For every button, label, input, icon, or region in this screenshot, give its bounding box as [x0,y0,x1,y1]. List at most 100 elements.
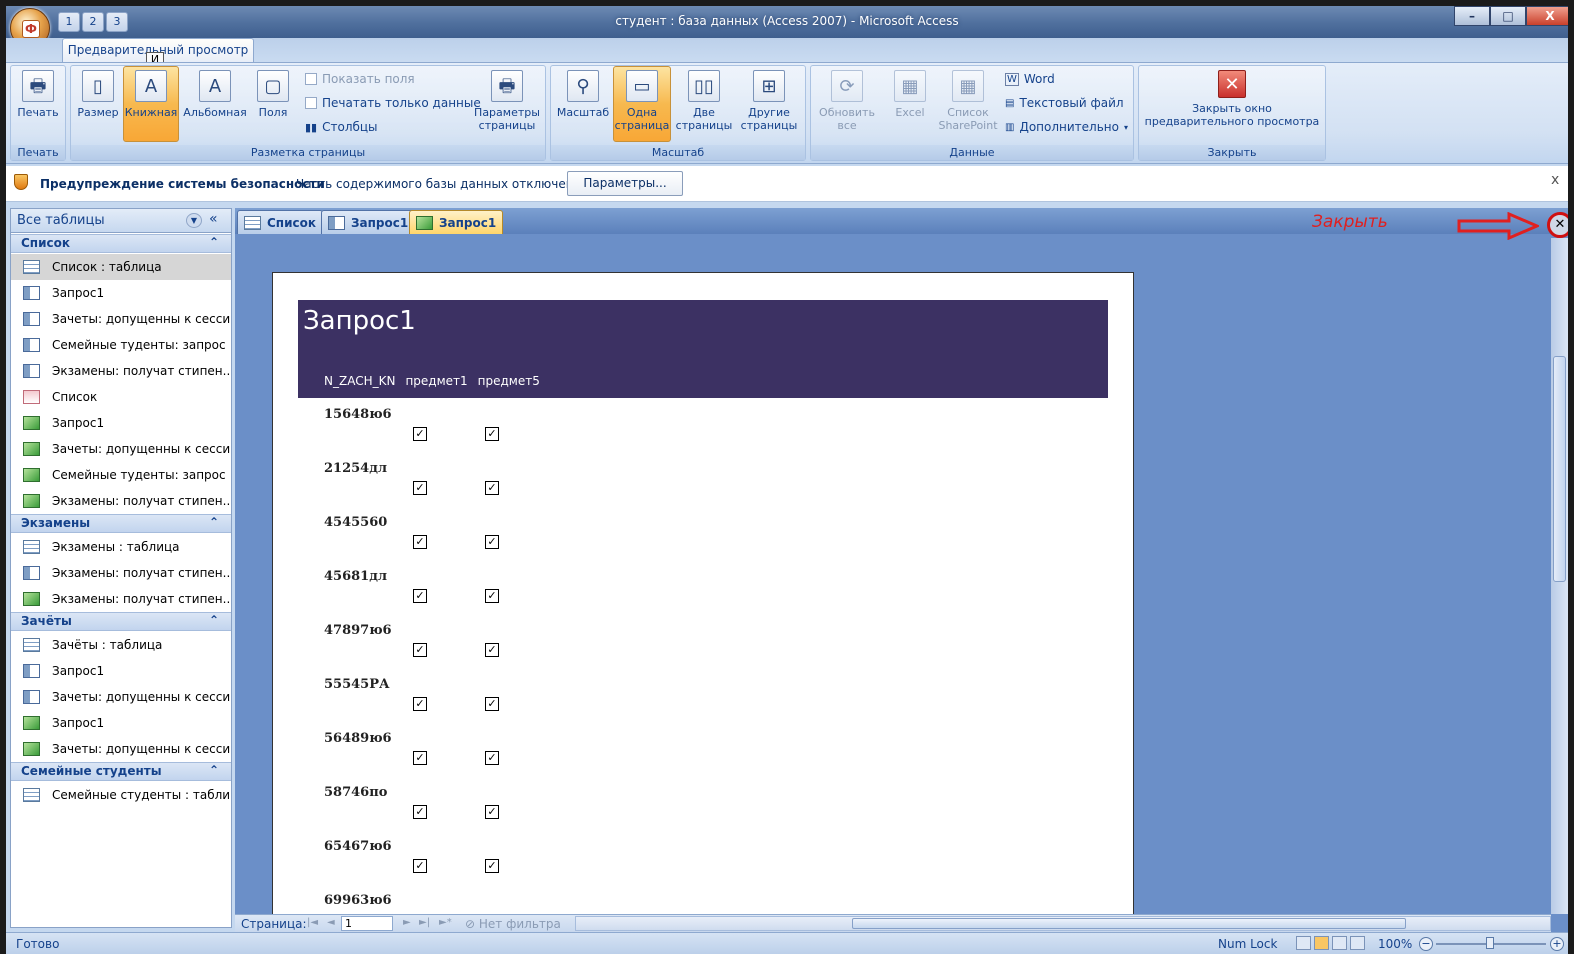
print-preview-view-icon[interactable] [1314,936,1329,950]
security-bar-close-icon[interactable]: x [1551,172,1559,188]
excel-export-button[interactable]: ▦ Excel [887,70,933,119]
nav-item[interactable]: Список : таблица [11,254,231,280]
checkbox-p5: ✓ [485,697,499,711]
landscape-icon: A [199,70,231,102]
filter-status[interactable]: ⊘ Нет фильтра [465,917,561,931]
numlock-indicator: Num Lock [1218,937,1278,951]
zoom-button[interactable]: ⚲ Масштаб [555,70,611,119]
more-pages-button[interactable]: ⊞ Другие страницы [737,70,801,132]
report-view-icon[interactable] [1296,936,1311,950]
shield-icon [14,174,28,190]
close-document-button[interactable]: ✕ [1547,212,1568,238]
print-button[interactable]: 🖶 Печать [15,70,61,119]
qat-redo-button[interactable]: 3 [106,12,128,32]
nav-item[interactable]: Зачеты: допущенны к сессии [11,306,231,332]
vertical-scrollbar[interactable] [1551,238,1568,914]
qat-undo-button[interactable]: 2 [82,12,104,32]
nav-item[interactable]: Список [11,384,231,410]
nav-item[interactable]: Запрос1 [11,410,231,436]
nav-item[interactable]: Зачеты: допущенны к сессии [11,436,231,462]
nav-item[interactable]: Запрос1 [11,280,231,306]
checkbox-p1: ✓ [413,751,427,765]
nav-item[interactable]: Экзамены: получат стипен... [11,358,231,384]
nav-item[interactable]: Экзамены: получат стипен... [11,488,231,514]
zoom-out-icon[interactable]: − [1419,937,1433,951]
nav-section-header[interactable]: Экзамены ⌃ [11,514,231,533]
design-view-icon[interactable] [1350,936,1365,950]
close-preview-button[interactable]: ✕ Закрыть окно предварительного просмотр… [1143,70,1321,128]
text-file-label: Текстовый файл [1019,96,1124,110]
first-page-icon[interactable]: |◄ [307,917,318,928]
nav-item[interactable]: Экзамены: получат стипен... [11,586,231,612]
nav-item[interactable]: Семейные студенты : табли... [11,782,231,808]
two-pages-label-2: страницы [675,119,733,132]
text-file-export-button[interactable]: ▤ Текстовый файл [1005,96,1124,110]
refresh-all-button[interactable]: ⟳ Обновить все [815,70,879,132]
checkbox-p5: ✓ [485,751,499,765]
doc-tab-label: Запрос1 [439,215,497,230]
last-page-icon[interactable]: ►| [419,917,430,928]
nav-item[interactable]: Зачеты: допущенны к сессии [11,684,231,710]
sharepoint-list-button[interactable]: ▦ Список SharePoint [935,70,1001,132]
query-icon [328,215,345,230]
show-margins-checkbox[interactable]: Показать поля [305,72,415,86]
word-export-button[interactable]: W Word [1005,72,1055,86]
one-page-button[interactable]: ▭ Одна страница [613,66,671,142]
navigation-pane: Все таблицы ▼ « Список ⌃ Список : таблица З… [10,208,232,928]
chevron-up-icon[interactable]: ⌃ [209,515,219,529]
columns-button[interactable]: ▮▮ Столбцы [305,120,378,134]
nav-item[interactable]: Экзамены : таблица [11,534,231,560]
horizontal-scrollbar[interactable] [575,916,1551,931]
security-options-button[interactable]: Параметры... [567,171,683,196]
zoom-slider-thumb[interactable] [1486,937,1494,949]
landscape-button[interactable]: A Альбомная [183,70,247,119]
more-export-button[interactable]: ▥ Дополнительно ▾ [1005,120,1128,134]
chevron-down-icon[interactable]: ▼ [186,213,202,228]
nav-item[interactable]: Зачеты: допущенны к сессии [11,736,231,762]
page-label: Страница: [241,917,307,931]
next-page-icon[interactable]: ► [403,917,411,928]
checkbox-p1: ✓ [413,697,427,711]
print-data-only-checkbox[interactable]: Печатать только данные [305,96,481,110]
nav-pane-header[interactable]: Все таблицы ▼ « [11,209,231,233]
margins-button[interactable]: ▢ Поля [251,70,295,119]
zoom-in-icon[interactable]: + [1550,937,1564,951]
page-size-icon: ▯ [82,70,114,102]
size-button[interactable]: ▯ Размер [75,70,121,119]
report-icon [23,416,40,430]
collapse-pane-icon[interactable]: « [209,211,218,227]
chevron-up-icon[interactable]: ⌃ [209,613,219,627]
nav-item[interactable]: Семейные туденты: запрос [11,332,231,358]
two-pages-button[interactable]: ▯▯ Две страницы [673,70,735,132]
checkbox-p5: ✓ [485,589,499,603]
maximize-button[interactable]: □ [1490,6,1526,26]
more-pages-label-2: страницы [740,119,798,132]
chevron-up-icon[interactable]: ⌃ [209,235,219,249]
vertical-scroll-thumb[interactable] [1553,356,1566,582]
portrait-button[interactable]: A Книжная [123,66,179,142]
nav-section-header[interactable]: Список ⌃ [11,234,231,253]
window-close-button[interactable]: X [1526,6,1568,26]
qat-save-button[interactable]: 1 [58,12,80,32]
nav-section-header[interactable]: Семейные студенты ⌃ [11,762,231,781]
layout-view-icon[interactable] [1332,936,1347,950]
nav-item[interactable]: Зачёты : таблица [11,632,231,658]
minimize-button[interactable]: – [1454,6,1490,26]
new-page-icon[interactable]: ►* [439,917,452,928]
doc-tab-spisok[interactable]: Список [237,210,324,234]
doc-tab-query1[interactable]: Запрос1 [321,210,416,234]
page-number-input[interactable]: 1 [341,916,393,931]
horizontal-scroll-thumb[interactable] [852,918,1406,929]
portrait-icon: A [135,70,167,102]
nav-item[interactable]: Семейные туденты: запрос [11,462,231,488]
nav-item[interactable]: Запрос1 [11,658,231,684]
chevron-up-icon[interactable]: ⌃ [209,763,219,777]
nav-item[interactable]: Экзамены: получат стипен... [11,560,231,586]
nav-section-header[interactable]: Зачёты ⌃ [11,612,231,631]
table-icon [23,260,40,274]
prev-page-icon[interactable]: ◄ [327,917,335,928]
page-setup-button[interactable]: 🖶 Параметры страницы [473,70,541,132]
print-data-only-label: Печатать только данные [322,96,481,110]
nav-item[interactable]: Запрос1 [11,710,231,736]
doc-tab-report-query1[interactable]: Запрос1 [409,210,504,234]
